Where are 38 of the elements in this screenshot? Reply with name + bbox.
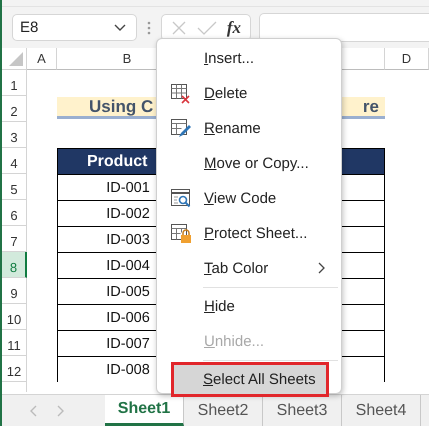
row-header[interactable]: 8 xyxy=(2,252,27,278)
column-header[interactable]: D xyxy=(385,48,429,70)
row-header[interactable]: 9 xyxy=(2,278,27,304)
insert-function-button[interactable]: fx xyxy=(226,18,242,38)
cell-reference: E8 xyxy=(20,19,38,36)
sheet-tab[interactable]: Sheet4 xyxy=(342,395,421,426)
row-header[interactable]: 3 xyxy=(2,122,27,148)
view-code-icon xyxy=(170,188,192,210)
title-text: Using C xyxy=(89,96,154,116)
column-header[interactable]: A xyxy=(27,48,57,70)
row-header[interactable]: 6 xyxy=(2,200,27,226)
check-icon[interactable] xyxy=(196,20,217,36)
row-header[interactable]: 10 xyxy=(2,304,27,330)
menu-item[interactable]: Rename xyxy=(158,111,340,146)
scroll-right-icon[interactable] xyxy=(56,404,64,416)
scroll-left-icon[interactable] xyxy=(30,404,38,416)
row-header[interactable]: 1 xyxy=(2,70,27,96)
title-text: re xyxy=(362,96,379,116)
row-header[interactable]: 7 xyxy=(2,226,27,252)
chevron-right-icon xyxy=(318,262,326,274)
select-all-icon[interactable] xyxy=(9,52,23,66)
menu-item[interactable]: Select All Sheets xyxy=(171,362,329,397)
cancel-icon[interactable] xyxy=(170,20,187,36)
chevron-down-icon xyxy=(114,24,126,32)
rename-table-icon xyxy=(170,118,192,140)
header-text: Product xyxy=(87,152,148,170)
row-header[interactable]: 11 xyxy=(2,330,27,356)
formula-input[interactable] xyxy=(259,13,429,42)
drag-handle-icon xyxy=(147,20,151,34)
name-box[interactable]: E8 xyxy=(12,14,137,41)
row-header[interactable]: 12 xyxy=(2,356,27,382)
menu-item[interactable]: Delete xyxy=(158,76,340,111)
row-header[interactable]: 5 xyxy=(2,174,27,200)
row-header[interactable]: 2 xyxy=(2,96,27,122)
delete-table-icon xyxy=(170,82,192,104)
sheet-tab[interactable]: Sheet1 xyxy=(105,395,184,426)
protect-sheet-icon xyxy=(170,222,192,244)
row-header[interactable]: 4 xyxy=(2,148,27,174)
